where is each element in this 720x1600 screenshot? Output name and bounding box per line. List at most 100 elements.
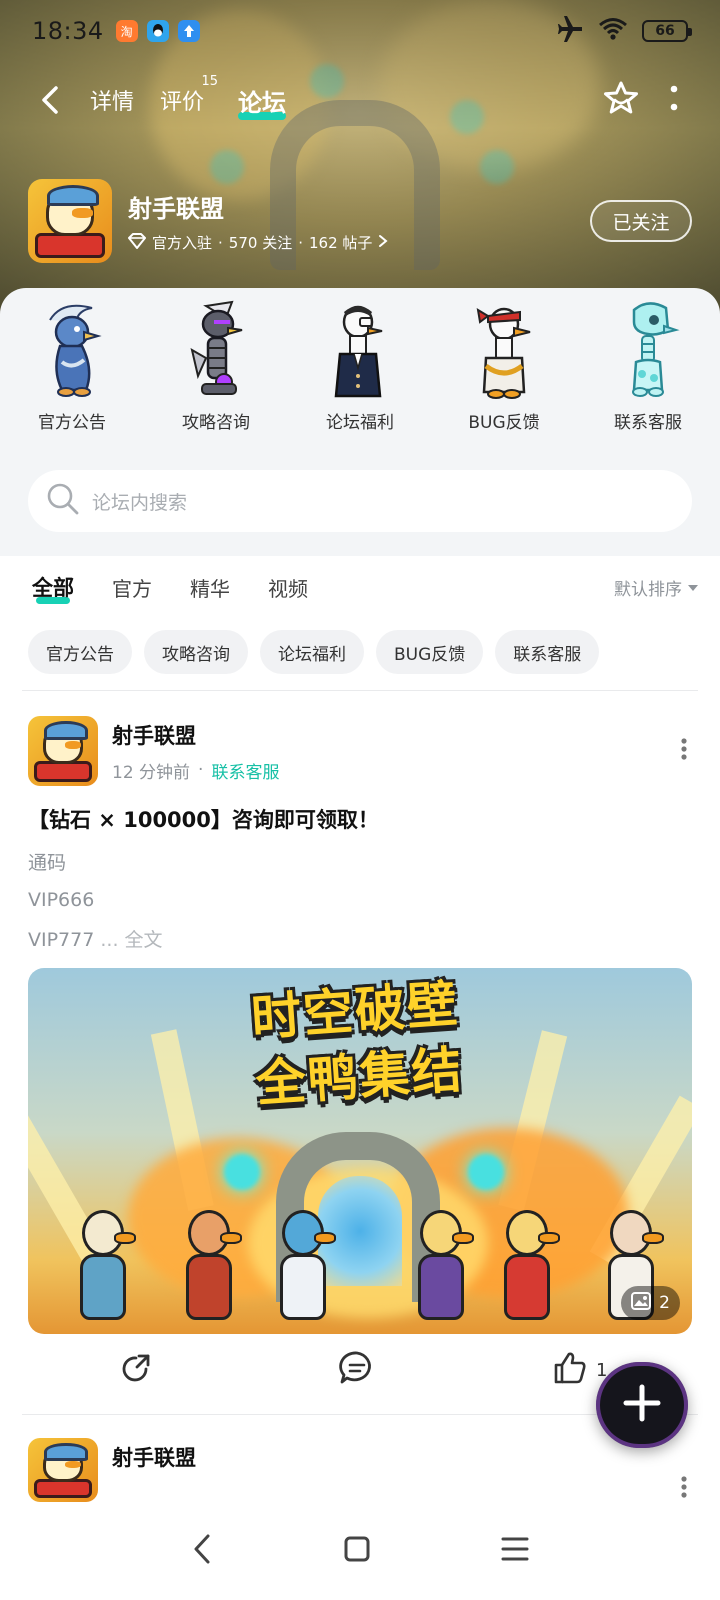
more-options-icon[interactable] [670,85,678,115]
battery-level: 66 [655,23,675,39]
game-avatar[interactable] [28,179,112,263]
reviews-count-badge: 15 [201,74,219,89]
post-card[interactable]: 射手联盟 12 分钟前 · 联系客服 【钻石 × 100000】咨询即可领取！ … [28,716,692,1334]
chip-bug-feedback[interactable]: BUG反馈 [376,630,484,674]
chip-official-announcement[interactable]: 官方公告 [28,630,132,674]
banner-title: 时空破壁 全鸭集结 [223,969,493,1137]
system-home-icon[interactable] [343,1535,371,1567]
system-back-icon[interactable] [191,1533,213,1569]
feed-tabs: 全部 官方 精华 视频 默认排序 [0,556,720,618]
post-author[interactable]: 射手联盟 [112,720,279,750]
post-more-icon[interactable] [680,1476,688,1502]
upload-arrow-icon [177,20,200,42]
divider [22,690,698,691]
post-text-last: VIP777 [28,929,95,951]
status-time: 18:34 [32,17,104,45]
diamond-verified-icon [128,232,146,253]
search-icon [46,482,80,520]
follow-button[interactable]: 已关注 [590,200,692,242]
post-category-tag[interactable]: 联系客服 [211,758,279,783]
category-strategy-consult[interactable]: 攻略咨询 [166,300,266,433]
share-icon [118,1350,154,1391]
system-menu-icon[interactable] [501,1536,529,1566]
sort-label: 默认排序 [614,579,682,600]
status-bar: 18:34 淘 66 [0,0,720,62]
category-label: 联系客服 [614,413,682,433]
category-label: 攻略咨询 [182,413,250,433]
feed-tab-video[interactable]: 视频 [268,573,308,602]
system-navigation-bar [0,1502,720,1600]
post-text-line: 通码 [28,852,67,874]
chip-strategy-consult[interactable]: 攻略咨询 [144,630,248,674]
like-button[interactable]: 1 [552,1350,607,1391]
caret-down-icon [688,577,698,597]
author-avatar[interactable] [28,1438,98,1502]
separator-dot: · [198,760,204,780]
favorite-star-icon[interactable] [602,80,640,120]
forum-search-input[interactable]: 论坛内搜索 [28,470,692,532]
tab-forum-label: 论坛 [238,88,287,117]
post-header: 射手联盟 12 分钟前 · 联系客服 [28,716,692,786]
post-text-line: VIP777 ... 全文 [28,925,692,952]
tab-reviews-label: 评价 [160,90,205,115]
thumbs-up-icon [552,1350,588,1391]
image-count-badge: 2 [621,1286,680,1320]
duck-ninja-character-icon [464,300,544,400]
post-author[interactable]: 射手联盟 [112,1442,196,1472]
tab-details[interactable]: 详情 [90,80,134,120]
sort-dropdown[interactable]: 默认排序 [614,575,698,600]
category-official-announcement[interactable]: 官方公告 [22,300,122,433]
ellipsis: ... [94,929,125,951]
author-avatar[interactable] [28,716,98,786]
share-button[interactable] [118,1350,154,1391]
plus-icon [622,1383,662,1427]
chip-contact-support[interactable]: 联系客服 [495,630,600,674]
chevron-right-icon [378,234,388,252]
search-placeholder: 论坛内搜索 [92,491,188,514]
category-label: 论坛福利 [326,413,394,433]
category-bug-feedback[interactable]: BUG反馈 [454,300,554,433]
feed-tab-all[interactable]: 全部 [32,572,74,604]
back-arrow-icon[interactable] [28,78,72,122]
wifi-icon [598,17,628,45]
battery-icon: 66 [642,20,692,42]
post-time: 12 分钟前 [112,762,191,783]
post-banner-image[interactable]: 时空破壁 全鸭集结 2 [28,968,692,1334]
verified-label: 官方入驻 [152,234,213,252]
feed-tab-featured[interactable]: 精华 [190,573,230,602]
comment-button[interactable] [338,1350,376,1391]
separator-dot: · [298,233,303,252]
post-meta: 12 分钟前 · 联系客服 [112,758,279,783]
post-more-icon[interactable] [680,738,688,764]
post-count: 162 帖子 [308,234,373,252]
category-forum-welfare[interactable]: 论坛福利 [310,300,410,433]
tab-forum[interactable]: 论坛 [238,79,287,122]
game-name: 射手联盟 [128,195,224,223]
pigeon-character-icon [32,300,112,400]
tab-reviews[interactable]: 评价 15 [160,74,218,120]
create-post-button[interactable] [596,1362,688,1448]
forum-panel: 官方公告 攻略咨询 论坛福利 BUG反馈 联系客服 论坛内搜索 [0,288,720,556]
category-label: BUG反馈 [468,413,540,433]
forum-categories: 官方公告 攻略咨询 论坛福利 BUG反馈 联系客服 [0,300,720,433]
post-title: 【钻石 × 100000】咨询即可领取！ [28,808,379,832]
category-chips: 官方公告 攻略咨询 论坛福利 BUG反馈 联系客服 [28,630,600,674]
category-contact-support[interactable]: 联系客服 [598,300,698,433]
category-label: 官方公告 [38,413,106,433]
chip-forum-welfare[interactable]: 论坛福利 [260,630,364,674]
separator-dot: · [218,233,223,252]
post-card[interactable]: 射手联盟 [28,1438,692,1502]
qq-app-icon [146,20,169,42]
top-nav: 详情 评价 15 论坛 [0,72,720,128]
feed-tab-official[interactable]: 官方 [112,573,152,602]
follow-count: 570 关注 [228,234,293,252]
game-stats[interactable]: 官方入驻 · 570 关注 · 162 帖子 [128,232,388,253]
post-text-line: VIP666 [28,889,95,911]
goose-glasses-character-icon [320,300,400,400]
taobao-app-icon: 淘 [115,20,138,42]
tab-details-label: 详情 [90,90,135,115]
full-text-link[interactable]: 全文 [125,929,163,951]
robot-duck-character-icon [176,300,256,400]
comment-icon [338,1350,376,1391]
image-count: 2 [659,1293,670,1313]
